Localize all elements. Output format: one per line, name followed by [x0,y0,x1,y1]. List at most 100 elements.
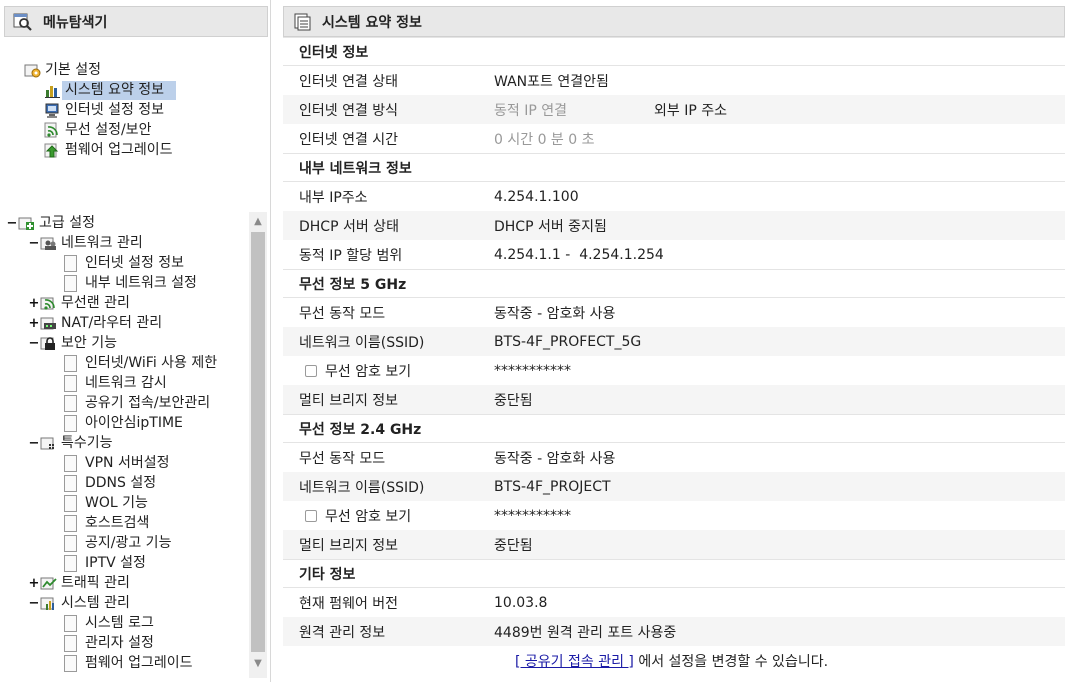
external-ip-label: 외부 IP 주소 [654,102,727,119]
show-password-checkbox[interactable] [305,509,317,522]
collapse-toggle[interactable]: − [28,596,40,611]
folder-dots-icon [40,435,58,452]
window-list-icon [292,13,312,31]
tree-system-management[interactable]: − 시스템 관리 [28,593,133,613]
tree-special-functions[interactable]: − 특수기능 [28,433,116,453]
tree-traffic-management[interactable]: + 트래픽 관리 [28,573,133,593]
tree-item-iansim-iptime[interactable]: 아이안심ipTIME [64,413,186,433]
tree-network-management[interactable]: − 네트워크 관리 [28,233,146,253]
tree-item-system-summary[interactable]: 시스템 요약 정보 [44,80,177,100]
row-24g-password: 무선 암호 보기 *********** [283,501,1065,530]
tree-item-vpn-server[interactable]: VPN 서버설정 [64,453,172,473]
tree-advanced-settings[interactable]: − 고급 설정 [6,213,98,233]
document-icon [64,634,77,652]
tree-scrollbar[interactable]: ▲ ▼ [249,212,267,678]
tree-label: WOL 기능 [85,494,148,511]
tree-nat-router-management[interactable]: + NAT/라우터 관리 [28,313,165,333]
field-label: 인터넷 연결 방식 [299,102,399,119]
tree-item-system-log[interactable]: 시스템 로그 [64,613,157,633]
expand-toggle[interactable]: + [28,576,40,591]
tree-label: 공지/광고 기능 [85,534,172,551]
magnifier-window-icon [13,13,33,31]
tree-item-firmware-upgrade[interactable]: 펌웨어 업그레이드 [44,140,176,160]
document-icon [64,454,77,472]
tree-item-iptv[interactable]: IPTV 설정 [64,553,149,573]
document-icon [64,394,77,412]
tree-item-ddns[interactable]: DDNS 설정 [64,473,159,493]
field-label: 동적 IP 할당 범위 [299,247,403,264]
tree-basic-settings[interactable]: 기본 설정 [24,60,104,80]
section-wireless-5ghz: 무선 정보 5 GHz [283,269,1065,298]
tree-item-lan-settings[interactable]: 내부 네트워크 설정 [64,273,200,293]
tree-item-network-monitoring[interactable]: 네트워크 감시 [64,373,170,393]
router-access-management-link[interactable]: [ 공유기 접속 관리 ] [515,651,634,671]
document-icon [64,534,77,552]
bar-chart-icon [44,82,62,99]
tree-label: NAT/라우터 관리 [61,314,163,331]
tree-item-internet-wifi-restriction[interactable]: 인터넷/WiFi 사용 제한 [64,353,220,373]
tree-item-host-search[interactable]: 호스트검색 [64,513,152,533]
tree-label: 시스템 관리 [61,594,130,611]
tree-item-notice-ad[interactable]: 공지/광고 기능 [64,533,174,553]
document-icon [64,654,77,672]
computer-icon [44,102,62,119]
collapse-toggle[interactable]: − [28,336,40,351]
document-icon [64,274,77,292]
field-label: 인터넷 연결 시간 [299,131,399,148]
document-icon [64,354,77,372]
tree-item-internet-settings[interactable]: 인터넷 설정 정보 [64,253,187,273]
document-icon [64,414,77,432]
expand-toggle[interactable]: + [28,316,40,331]
tree-item-wol[interactable]: WOL 기능 [64,493,151,513]
field-label: 내부 IP주소 [299,189,368,206]
tree-item-firmware-upgrade-2[interactable]: 펌웨어 업그레이드 [64,653,196,673]
field-value: 0 시간 0 분 0 초 [494,131,595,148]
scrollbar-thumb[interactable] [251,232,265,652]
show-password-option[interactable]: 무선 암호 보기 [283,506,494,526]
row-dhcp-range: 동적 IP 할당 범위 4.254.1.1 - 4.254.1.254 [283,240,1065,269]
section-wireless-24ghz: 무선 정보 2.4 GHz [283,414,1065,443]
document-icon [64,554,77,572]
row-internet-method: 인터넷 연결 방식 동적 IP 연결 외부 IP 주소 [283,95,1065,124]
tree-item-internet-settings-info[interactable]: 인터넷 설정 정보 [44,100,167,120]
tree-item-wireless-security[interactable]: 무선 설정/보안 [44,120,154,140]
field-value: BTS-4F_PROJECT [494,478,611,495]
show-password-checkbox[interactable] [305,364,317,377]
row-5g-ssid: 네트워크 이름(SSID) BTS-4F_PROFECT_5G [283,327,1065,356]
tree-label: 인터넷 설정 정보 [65,101,165,118]
section-other-info: 기타 정보 [283,559,1065,588]
document-icon [64,514,77,532]
scroll-down-arrow-icon[interactable]: ▼ [249,656,267,672]
collapse-toggle[interactable]: − [6,216,18,231]
field-value: 4.254.1.1 - 4.254.1.254 [494,246,664,263]
tree-label: 네트워크 관리 [61,234,143,251]
field-value: WAN포트 연결안됨 [494,73,609,90]
tree-label: 무선랜 관리 [61,294,130,311]
tree-item-admin-settings[interactable]: 관리자 설정 [64,633,157,653]
expand-toggle[interactable]: + [28,296,40,311]
menu-explorer-header: 메뉴탐색기 [4,6,268,37]
collapse-toggle[interactable]: − [28,236,40,251]
tree-label: 인터넷/WiFi 사용 제한 [85,354,218,371]
tree-label: 호스트검색 [85,514,150,531]
tree-item-router-access-security[interactable]: 공유기 접속/보안관리 [64,393,213,413]
menu-explorer-title: 메뉴탐색기 [43,14,108,31]
document-icon [64,374,77,392]
show-password-option[interactable]: 무선 암호 보기 [283,361,494,381]
wireless-icon [44,122,62,139]
field-label: 네트워크 이름(SSID) [299,479,425,496]
tree-wlan-management[interactable]: + 무선랜 관리 [28,293,133,313]
field-label: 멀티 브리지 정보 [299,392,399,409]
row-remote-management: 원격 관리 정보 4489번 원격 관리 포트 사용중 [283,617,1065,646]
field-label: 인터넷 연결 상태 [299,73,399,90]
scroll-up-arrow-icon[interactable]: ▲ [249,214,267,230]
folder-gear-icon [24,62,42,79]
tree-label: 펌웨어 업그레이드 [65,141,173,158]
field-value: 중단됨 [494,537,533,554]
tree-label: 아이안심ipTIME [85,414,183,431]
collapse-toggle[interactable]: − [28,436,40,451]
tree-label: 트래픽 관리 [61,574,130,591]
footer-note: [ 공유기 접속 관리 ] 에서 설정을 변경할 수 있습니다. [283,646,1065,675]
tree-security-functions[interactable]: − 보안 기능 [28,333,120,353]
summary-panel: 시스템 요약 정보 인터넷 정보 인터넷 연결 상태 WAN포트 연결안됨 인터… [283,6,1065,682]
